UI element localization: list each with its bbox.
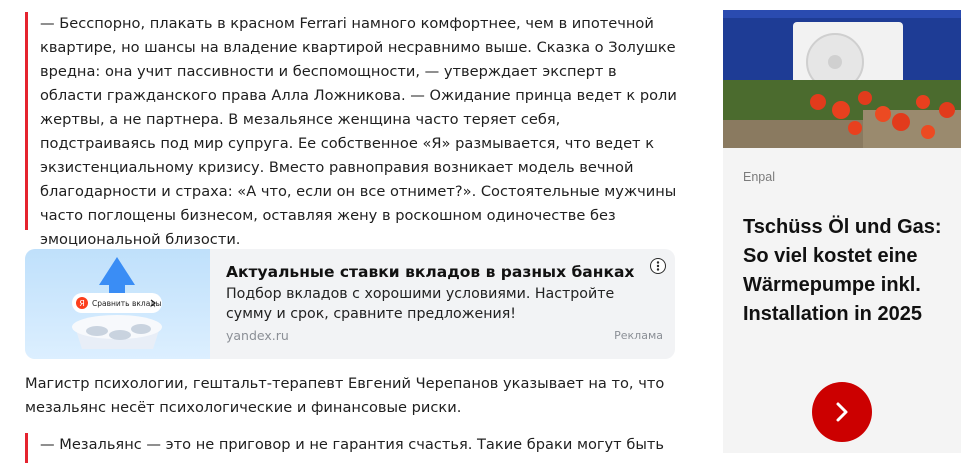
heat-pump-photo	[723, 10, 961, 148]
sidebar-ad-sponsor: Enpal	[743, 170, 775, 184]
ad-domain[interactable]: yandex.ru	[226, 328, 289, 343]
ad-illustration: Я Сравнить вклады	[72, 257, 162, 349]
ad-title[interactable]: Актуальные ставки вкладов в разных банка…	[226, 261, 646, 283]
sidebar-ad-title[interactable]: Tschüss Öl und Gas: So viel kostet eine …	[743, 213, 948, 329]
article-quote: — Бесспорно, плакать в красном Ferrari н…	[25, 12, 680, 248]
chevron-right-icon[interactable]	[812, 382, 872, 442]
ad-image-badge: Я	[79, 299, 85, 308]
ad-text-block: Актуальные ставки вкладов в разных банка…	[226, 261, 646, 324]
more-vertical-icon[interactable]	[650, 258, 666, 274]
ad-image[interactable]: Я Сравнить вклады	[25, 249, 210, 359]
ad-label: Реклама	[614, 329, 663, 342]
sidebar-ad[interactable]: Enpal Tschüss Öl und Gas: So viel kostet…	[723, 10, 961, 453]
article-quote-2: — Мезальянс — это не приговор и не гаран…	[25, 433, 680, 463]
ad-description: Подбор вкладов с хорошими условиями. Нас…	[226, 286, 615, 322]
quote-text: — Бесспорно, плакать в красном Ferrari н…	[40, 15, 677, 248]
quote-text-2: — Мезальянс — это не приговор и не гаран…	[40, 436, 664, 453]
article-paragraph: Магистр психологии, гештальт-терапевт Ев…	[25, 375, 665, 416]
yandex-ad-card[interactable]: Я Сравнить вклады Актуальные ставки вкла…	[25, 249, 675, 359]
sidebar-ad-image[interactable]	[723, 10, 961, 148]
